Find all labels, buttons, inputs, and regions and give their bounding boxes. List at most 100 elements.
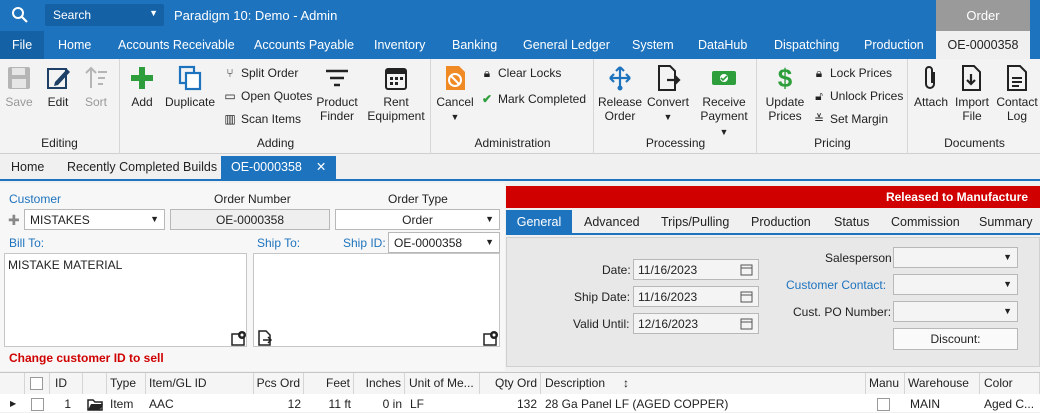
grid-header-item[interactable]: Item/GL ID: [146, 373, 254, 394]
customer-select[interactable]: MISTAKES ▼: [24, 209, 165, 230]
menu-active-document[interactable]: OE-0000358: [936, 31, 1030, 59]
map-pin-icon[interactable]: [231, 330, 247, 346]
manu-checkbox[interactable]: [877, 398, 890, 411]
menu-home[interactable]: Home: [58, 31, 91, 59]
menu-banking[interactable]: Banking: [452, 31, 497, 59]
copy-address-icon[interactable]: [257, 330, 273, 346]
grid-header-manu[interactable]: Manu: [866, 373, 905, 394]
order-type-select[interactable]: Order ▼: [335, 209, 500, 230]
row-checkbox[interactable]: [31, 398, 44, 411]
menu-file[interactable]: File: [0, 31, 45, 59]
folder-icon[interactable]: [87, 398, 104, 411]
tab-trips-pulling[interactable]: Trips/Pulling: [661, 210, 729, 233]
search-dropdown[interactable]: Search ▼: [45, 4, 164, 26]
tab-recently-completed-builds[interactable]: Recently Completed Builds: [67, 156, 217, 179]
search-icon[interactable]: [11, 6, 29, 24]
grid-header-description[interactable]: Description ↕: [541, 373, 866, 394]
context-tab-order[interactable]: Order: [936, 0, 1030, 31]
cust-po-select[interactable]: ▼: [893, 301, 1018, 322]
contact-log-button[interactable]: Contact Log: [995, 64, 1039, 123]
customer-contact-select[interactable]: ▼: [893, 274, 1018, 295]
grid-header-pcs-ord[interactable]: Pcs Ord: [254, 373, 304, 394]
duplicate-button[interactable]: Duplicate: [163, 64, 217, 109]
ship-date-field[interactable]: 11/16/2023: [633, 286, 759, 307]
grid-header-feet[interactable]: Feet: [304, 373, 354, 394]
tab-status[interactable]: Status: [834, 210, 869, 233]
cancel-button[interactable]: Cancel ▼: [435, 64, 475, 124]
edit-icon: [47, 68, 70, 89]
add-label: Add: [131, 95, 153, 109]
menu-general-ledger[interactable]: General Ledger: [523, 31, 610, 59]
valid-until-field[interactable]: 12/16/2023: [633, 313, 759, 334]
cell-unit: LF: [410, 397, 425, 411]
ship-to-label[interactable]: Ship To:: [257, 236, 300, 250]
tab-general[interactable]: General: [506, 210, 572, 233]
add-customer-icon[interactable]: ✚: [8, 212, 20, 229]
chevron-down-icon: ▼: [485, 237, 494, 247]
grid-header-inches[interactable]: Inches: [354, 373, 405, 394]
mark-completed-button[interactable]: ✔ Mark Completed: [480, 92, 586, 106]
edit-button[interactable]: Edit: [43, 64, 73, 109]
tab-advanced[interactable]: Advanced: [584, 210, 640, 233]
grid-header-id[interactable]: ID: [50, 373, 83, 394]
calendar-icon[interactable]: [740, 290, 753, 303]
attach-button[interactable]: Attach: [911, 64, 951, 109]
save-button[interactable]: Save: [4, 64, 34, 109]
grid-header-qty-ord[interactable]: Qty Ord: [480, 373, 541, 394]
receive-payment-button[interactable]: Receive Payment ▼: [695, 64, 753, 139]
ship-to-address[interactable]: [253, 253, 500, 347]
bill-to-address[interactable]: MISTAKE MATERIAL: [4, 253, 247, 347]
menu-dispatching[interactable]: Dispatching: [774, 31, 839, 59]
customer-contact-label[interactable]: Customer Contact:: [786, 278, 886, 292]
tab-summary[interactable]: Summary: [979, 210, 1032, 233]
cell-id: 1: [64, 397, 71, 411]
tab-commission[interactable]: Commission: [891, 210, 960, 233]
product-finder-button[interactable]: Product Finder: [314, 64, 360, 123]
rent-equipment-button[interactable]: Rent Equipment: [366, 64, 426, 123]
date-field[interactable]: 11/16/2023: [633, 259, 759, 280]
tab-production[interactable]: Production: [751, 210, 811, 233]
customer-label[interactable]: Customer: [9, 192, 61, 206]
update-prices-button[interactable]: $ Update Prices: [762, 64, 808, 123]
unlock-prices-button[interactable]: 🔓︎ Unlock Prices: [812, 89, 903, 104]
lock-prices-button[interactable]: 🔒︎ Lock Prices: [812, 66, 892, 81]
discount-button[interactable]: Discount:: [893, 328, 1018, 350]
ship-id-select[interactable]: OE-0000358 ▼: [388, 232, 500, 253]
tab-home[interactable]: Home: [11, 156, 44, 179]
select-all-checkbox[interactable]: [30, 377, 43, 390]
open-quotes-button[interactable]: ▭ Open Quotes: [223, 89, 312, 103]
ship-id-label[interactable]: Ship ID:: [343, 236, 386, 250]
grid-header-warehouse[interactable]: Warehouse: [905, 373, 980, 394]
bill-to-label[interactable]: Bill To:: [9, 236, 44, 250]
menu-accounts-receivable[interactable]: Accounts Receivable: [118, 31, 235, 59]
menu-inventory[interactable]: Inventory: [374, 31, 425, 59]
convert-button[interactable]: Convert ▼: [645, 64, 691, 124]
map-pin-icon[interactable]: [483, 330, 499, 346]
row-height-icon[interactable]: ↕: [623, 373, 629, 394]
menu-datahub[interactable]: DataHub: [698, 31, 747, 59]
import-label-2: File: [962, 109, 982, 123]
salesperson-select[interactable]: ▼: [893, 247, 1018, 268]
add-button[interactable]: Add: [127, 64, 157, 109]
close-icon[interactable]: ✕: [316, 160, 326, 174]
import-file-button[interactable]: Import File: [952, 64, 992, 123]
import-label-1: Import: [954, 95, 989, 109]
menu-accounts-payable[interactable]: Accounts Payable: [254, 31, 354, 59]
menu-system[interactable]: System: [632, 31, 674, 59]
row-expand-icon[interactable]: ▶: [10, 395, 16, 413]
split-order-button[interactable]: ⑂ Split Order: [223, 66, 298, 80]
sort-button[interactable]: Sort: [81, 64, 111, 109]
order-number-field[interactable]: OE-0000358: [170, 209, 330, 230]
set-margin-button[interactable]: ≚ Set Margin: [812, 112, 888, 126]
calendar-icon[interactable]: [740, 263, 753, 276]
grid-header-type[interactable]: Type: [107, 373, 146, 394]
calendar-icon[interactable]: [740, 317, 753, 330]
valid-until-label: Valid Until:: [573, 317, 630, 331]
scan-items-button[interactable]: ▥ Scan Items: [223, 112, 301, 126]
tab-order-document[interactable]: OE-0000358 ✕: [221, 156, 337, 179]
grid-header-color[interactable]: Color: [980, 373, 1040, 394]
release-order-button[interactable]: Release Order: [598, 64, 642, 123]
grid-header-unit[interactable]: Unit of Me...: [405, 373, 480, 394]
menu-production[interactable]: Production: [864, 31, 924, 59]
clear-locks-button[interactable]: 🔒︎ Clear Locks: [480, 66, 562, 81]
